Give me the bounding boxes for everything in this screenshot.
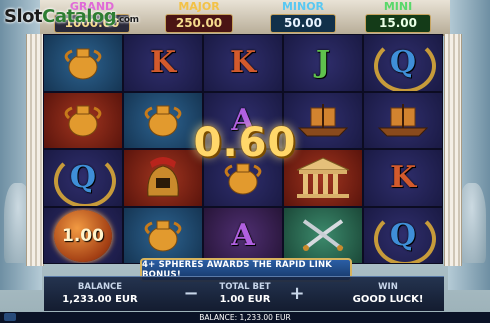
jackpot-major-label: MAJOR xyxy=(178,0,220,13)
jackpot-minor-label: MINOR xyxy=(281,0,325,13)
symbol-q-letter: Q xyxy=(373,39,437,91)
total-bet-display: TOTAL BET 1.00 EUR xyxy=(202,282,288,305)
balance-label: BALANCE xyxy=(77,282,123,292)
menu-icon[interactable] xyxy=(4,313,16,321)
decrease-bet-button[interactable]: − xyxy=(182,285,200,303)
footer-balance: BALANCE: 1,233.00 EUR xyxy=(199,313,291,322)
win-value: GOOD LUCK! xyxy=(352,294,424,305)
amphora-icon xyxy=(144,220,182,252)
symbol-swords xyxy=(283,206,363,264)
symbol-q: Q xyxy=(363,34,443,92)
symbol-sphere-cell: 1.00 xyxy=(43,206,123,264)
amphora-icon xyxy=(64,105,102,137)
symbol-q-letter: Q xyxy=(53,154,117,206)
symbol-amphora xyxy=(43,34,123,92)
ship-icon xyxy=(377,104,429,137)
watermark-logo: SlotCatalog.com xyxy=(4,6,139,27)
balance-display: BALANCE 1,233.00 EUR xyxy=(52,282,148,305)
jackpot-mini: MINI 15.00 xyxy=(365,0,431,34)
column-right xyxy=(444,34,462,266)
symbol-a-letter: A xyxy=(231,217,255,253)
symbol-amphora xyxy=(123,206,203,264)
symbol-k: K xyxy=(203,34,283,92)
footer-bar: BALANCE: 1,233.00 EUR xyxy=(0,312,490,323)
symbol-k-letter: K xyxy=(389,160,417,196)
rapid-link-sphere: 1.00 xyxy=(54,209,112,262)
symbol-k-letter: K xyxy=(229,45,257,81)
symbol-ship xyxy=(363,91,443,149)
symbol-k: K xyxy=(363,149,443,207)
symbol-q-letter: Q xyxy=(373,211,437,264)
symbol-j: J xyxy=(283,34,363,92)
symbol-a: A xyxy=(203,206,283,264)
jackpot-major-value: 250.00 xyxy=(165,14,233,33)
jackpot-mini-value: 15.00 xyxy=(365,14,431,33)
win-display: WIN GOOD LUCK! xyxy=(336,282,440,305)
jackpot-minor: MINOR 50.00 xyxy=(270,0,336,34)
watermark-slot: Slot xyxy=(4,6,43,27)
symbol-q: Q xyxy=(43,149,123,207)
symbol-amphora xyxy=(43,91,123,149)
symbol-k: K xyxy=(123,34,203,92)
amphora-icon xyxy=(64,48,102,80)
balance-value: 1,233.00 EUR xyxy=(62,294,138,305)
total-bet-value: 1.00 EUR xyxy=(219,294,271,305)
increase-bet-button[interactable]: + xyxy=(288,285,306,303)
win-label: WIN xyxy=(378,282,398,292)
column-left xyxy=(26,34,44,266)
symbol-j-letter: J xyxy=(315,45,331,81)
watermark-com: .com xyxy=(116,15,139,25)
jackpot-mini-label: MINI xyxy=(383,0,413,13)
symbol-q: Q xyxy=(363,206,443,264)
control-panel: BALANCE 1,233.00 EUR − TOTAL BET 1.00 EU… xyxy=(44,276,444,311)
watermark-catalog: Catalog xyxy=(42,6,117,27)
jackpot-minor-value: 50.00 xyxy=(270,14,336,33)
win-amount: 0.60 xyxy=(193,120,297,166)
swords-icon xyxy=(302,219,344,252)
statue-right xyxy=(458,183,486,263)
total-bet-label: TOTAL BET xyxy=(219,282,271,292)
symbol-k-letter: K xyxy=(149,45,177,81)
jackpot-major: MAJOR 250.00 xyxy=(165,0,233,34)
